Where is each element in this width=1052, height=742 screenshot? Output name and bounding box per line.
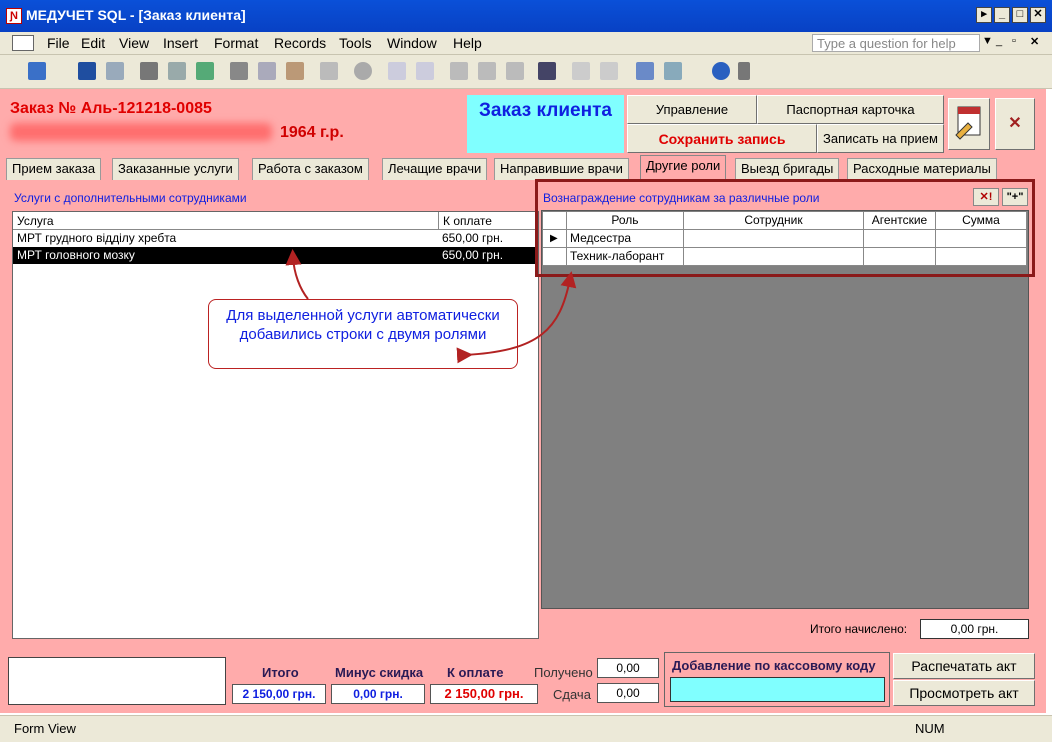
paste-icon[interactable] bbox=[286, 62, 304, 80]
menu-tools[interactable]: Tools bbox=[339, 35, 372, 51]
discount-value: 0,00 грн. bbox=[331, 684, 425, 704]
received-input[interactable]: 0,00 bbox=[597, 658, 659, 678]
window-title: МЕДУЧЕТ SQL - [Заказ клиента] bbox=[26, 7, 246, 23]
menu-format[interactable]: Format bbox=[214, 35, 258, 51]
print-preview-icon[interactable] bbox=[168, 62, 186, 80]
app-icon: Ɲ bbox=[6, 8, 22, 24]
new-object-icon[interactable] bbox=[664, 62, 682, 80]
view-act-button[interactable]: Просмотреть акт bbox=[893, 680, 1035, 706]
find-icon[interactable] bbox=[538, 62, 556, 80]
title-bar: Ɲ МЕДУЧЕТ SQL - [Заказ клиента] ▸ _ □ ✕ bbox=[0, 0, 1052, 32]
discount-label: Минус скидка bbox=[335, 665, 424, 680]
order-form: Заказ № Аль-121218-0085 1964 г.р. Заказ … bbox=[0, 89, 1046, 713]
minimize-icon[interactable]: _ bbox=[994, 7, 1010, 23]
annotation-arrows bbox=[285, 249, 577, 364]
print-icon[interactable] bbox=[140, 62, 158, 80]
mdi-restore-icon[interactable]: ▫ bbox=[1012, 35, 1016, 47]
restore-icon[interactable]: ▸ bbox=[976, 7, 992, 23]
num-lock-indicator: NUM bbox=[915, 721, 945, 736]
total-label: Итого bbox=[262, 665, 299, 680]
mdi-close-icon[interactable]: ✕ bbox=[1030, 35, 1039, 48]
menu-insert[interactable]: Insert bbox=[163, 35, 198, 51]
menu-records[interactable]: Records bbox=[274, 35, 326, 51]
to-pay-label: К оплате bbox=[447, 665, 504, 680]
filter-by-selection-icon[interactable] bbox=[450, 62, 468, 80]
database-window-icon[interactable] bbox=[636, 62, 654, 80]
menu-edit[interactable]: Edit bbox=[81, 35, 105, 51]
search-file-icon[interactable] bbox=[106, 62, 124, 80]
help-dropdown-icon[interactable]: ▼ bbox=[982, 35, 993, 47]
filter-by-form-icon[interactable] bbox=[478, 62, 496, 80]
menu-view[interactable]: View bbox=[119, 35, 149, 51]
status-bar: Form View NUM bbox=[0, 715, 1052, 742]
cut-icon[interactable] bbox=[230, 62, 248, 80]
print-act-button[interactable]: Распечатать акт bbox=[893, 653, 1035, 679]
hyperlink-icon[interactable] bbox=[354, 62, 372, 80]
help-icon[interactable] bbox=[712, 62, 730, 80]
change-value: 0,00 bbox=[597, 683, 659, 703]
help-search-input[interactable]: Type a question for help bbox=[812, 34, 980, 52]
new-record-icon[interactable] bbox=[572, 62, 590, 80]
copy-icon[interactable] bbox=[258, 62, 276, 80]
cash-code-input[interactable] bbox=[670, 677, 885, 702]
toolbar-options-icon[interactable] bbox=[738, 62, 750, 80]
menu-window[interactable]: Window bbox=[387, 35, 437, 51]
menu-help[interactable]: Help bbox=[453, 35, 482, 51]
design-view-icon[interactable] bbox=[28, 62, 46, 80]
menu-file[interactable]: File bbox=[47, 35, 70, 51]
change-label: Сдача bbox=[553, 687, 591, 702]
to-pay-value: 2 150,00 грн. bbox=[430, 684, 538, 704]
apply-filter-icon[interactable] bbox=[506, 62, 524, 80]
maximize-icon[interactable]: □ bbox=[1012, 7, 1028, 23]
save-icon[interactable] bbox=[78, 62, 96, 80]
close-icon[interactable]: ✕ bbox=[1030, 7, 1046, 23]
notes-field[interactable] bbox=[8, 657, 226, 705]
sort-descending-icon[interactable] bbox=[416, 62, 434, 80]
cash-code-panel: Добавление по кассовому коду bbox=[664, 652, 890, 707]
spelling-icon[interactable] bbox=[196, 62, 214, 80]
mdi-minimize-icon[interactable]: _ bbox=[996, 35, 1002, 47]
sort-ascending-icon[interactable] bbox=[388, 62, 406, 80]
cash-code-label: Добавление по кассовому коду bbox=[672, 658, 876, 673]
delete-record-icon[interactable] bbox=[600, 62, 618, 80]
undo-icon[interactable] bbox=[320, 62, 338, 80]
total-value: 2 150,00 грн. bbox=[232, 684, 326, 704]
form-icon[interactable] bbox=[12, 35, 34, 51]
view-mode: Form View bbox=[14, 721, 76, 736]
received-label: Получено bbox=[534, 665, 593, 680]
toolbar bbox=[0, 55, 1052, 89]
